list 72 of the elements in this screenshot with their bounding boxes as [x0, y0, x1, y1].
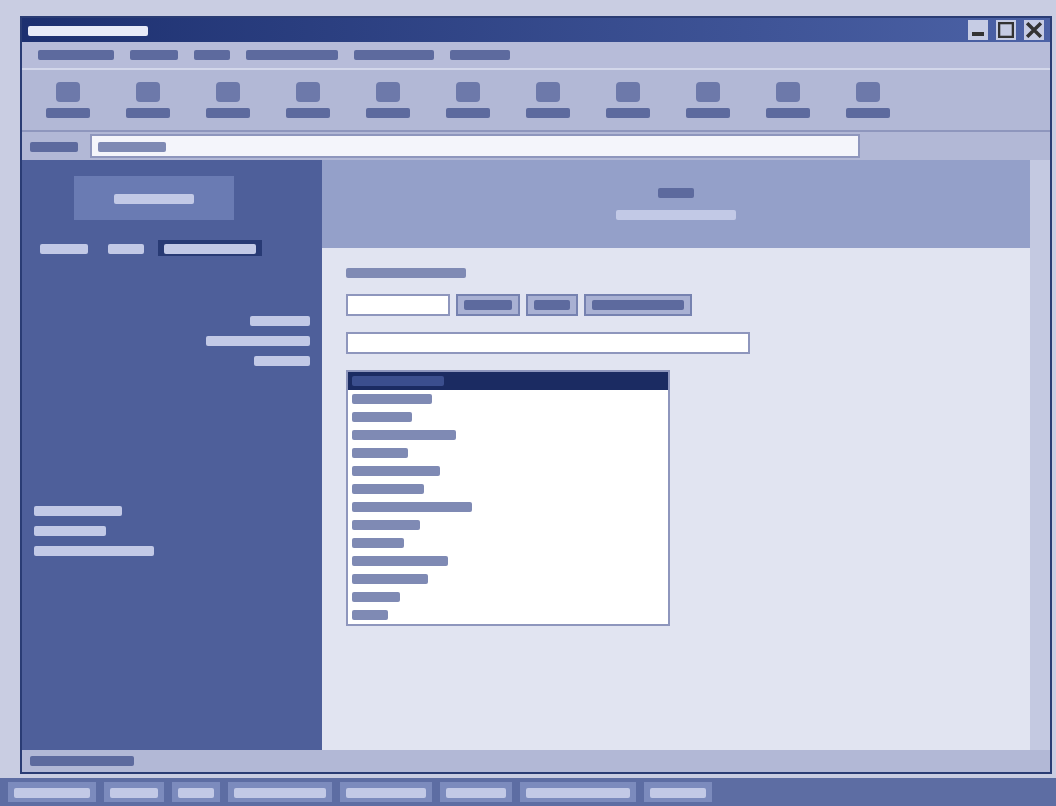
blurred-text	[352, 520, 420, 530]
taskbar-button[interactable]	[340, 782, 432, 802]
blurred-text	[352, 502, 472, 512]
blurred-text	[110, 787, 158, 797]
blurred-text	[352, 538, 404, 548]
blurred-text	[194, 50, 230, 60]
input-field[interactable]	[346, 294, 450, 316]
blurred-text	[164, 243, 256, 253]
blurred-text	[658, 188, 694, 198]
blurred-text	[234, 787, 326, 797]
blurred-text	[30, 756, 134, 766]
taskbar-button[interactable]	[520, 782, 636, 802]
blurred-text	[254, 356, 310, 366]
blurred-text	[30, 141, 78, 151]
blurred-text	[352, 466, 440, 476]
form-button[interactable]	[526, 294, 578, 316]
taskbar-button[interactable]	[228, 782, 332, 802]
taskbar-button[interactable]	[440, 782, 512, 802]
blurred-text	[34, 546, 154, 556]
nav-link[interactable]	[158, 240, 262, 256]
blurred-text	[464, 300, 512, 310]
blurred-text	[14, 787, 90, 797]
blurred-text	[352, 484, 424, 494]
blurred-text	[34, 526, 106, 536]
blurred-text	[352, 376, 444, 386]
maximize-icon	[998, 22, 1014, 38]
blurred-text	[246, 50, 338, 60]
blurred-text	[534, 300, 570, 310]
blurred-text	[354, 50, 434, 60]
blurred-text	[352, 412, 412, 422]
taskbar-button[interactable]	[8, 782, 96, 802]
blurred-text	[40, 243, 88, 253]
blurred-text	[98, 141, 166, 151]
blurred-text	[352, 556, 448, 566]
blurred-text	[34, 506, 122, 516]
taskbar-button[interactable]	[104, 782, 164, 802]
blurred-text	[616, 210, 736, 220]
taskbar-button[interactable]	[172, 782, 220, 802]
blurred-text	[114, 193, 194, 203]
blurred-text	[450, 50, 510, 60]
blurred-text	[28, 25, 148, 35]
close-button[interactable]	[1024, 20, 1044, 40]
input-field[interactable]	[346, 332, 750, 354]
blurred-text	[352, 574, 428, 584]
blurred-text	[108, 243, 144, 253]
blurred-text	[250, 316, 310, 326]
close-icon	[1026, 22, 1042, 38]
blurred-text	[352, 394, 432, 404]
blurred-text	[650, 787, 706, 797]
taskbar-button[interactable]	[644, 782, 712, 802]
blurred-text	[352, 430, 456, 440]
blurred-text	[130, 50, 178, 60]
nav-link[interactable]	[34, 240, 94, 256]
blurred-text	[526, 787, 630, 797]
blurred-text	[352, 592, 400, 602]
blurred-text	[206, 336, 310, 346]
form-button[interactable]	[584, 294, 692, 316]
form-button[interactable]	[456, 294, 520, 316]
scroll-bar[interactable]	[1030, 160, 1050, 750]
blurred-text	[446, 787, 506, 797]
blurred-text	[346, 268, 466, 278]
minimize-button[interactable]	[968, 20, 988, 40]
nav-link[interactable]	[102, 240, 150, 256]
minimize-icon	[972, 32, 984, 36]
blurred-text	[38, 50, 114, 60]
address-field[interactable]	[90, 134, 860, 158]
blurred-text	[178, 787, 214, 797]
maximize-button[interactable]	[996, 20, 1016, 40]
blurred-text	[352, 610, 388, 620]
blurred-text	[592, 300, 684, 310]
blurred-text	[346, 787, 426, 797]
blurred-text	[352, 448, 408, 458]
